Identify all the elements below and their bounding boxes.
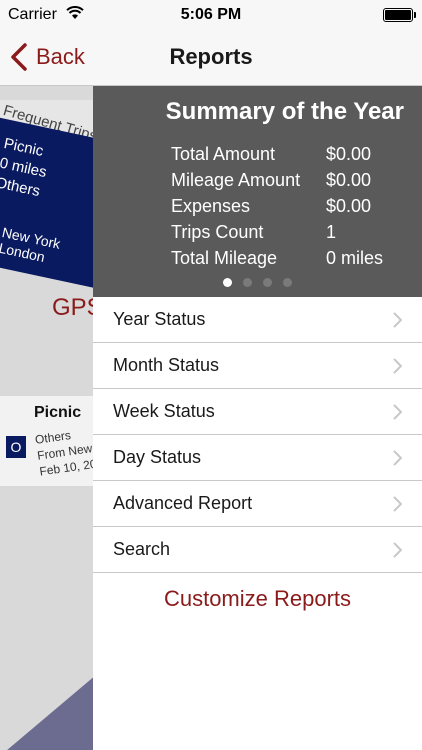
background-panel: Frequent Trips Picnic 0 miles Others New… bbox=[0, 86, 93, 750]
summary-title: Summary of the Year bbox=[165, 98, 404, 125]
menu-item-label: Month Status bbox=[113, 355, 220, 375]
summary-value: $0.00 bbox=[326, 170, 372, 190]
background-decoration bbox=[0, 675, 93, 750]
status-bar: Carrier 5:06 PM bbox=[0, 0, 422, 30]
menu-item-label: Day Status bbox=[113, 447, 202, 467]
summary-label: Total Mileage bbox=[171, 248, 278, 268]
chevron-right-icon bbox=[393, 496, 402, 512]
year-summary-card[interactable]: Summary of the Year Total Amount $0.00 M… bbox=[93, 86, 422, 297]
page-dot[interactable] bbox=[283, 278, 292, 287]
page-dot[interactable] bbox=[223, 278, 232, 287]
chevron-right-icon bbox=[393, 312, 402, 328]
summary-value: 1 bbox=[326, 222, 337, 242]
summary-label: Expenses bbox=[171, 196, 251, 216]
summary-value: $0.00 bbox=[326, 144, 372, 164]
report-menu: Year Status Month Status Week Status Day… bbox=[93, 297, 422, 573]
chevron-right-icon bbox=[393, 450, 402, 466]
trip-card-details: Others From New Y Feb 10, 201 bbox=[34, 423, 93, 480]
navigation-bar: Back Reports bbox=[0, 30, 422, 86]
menu-item-label: Search bbox=[113, 539, 171, 559]
menu-item-advanced-report[interactable]: Advanced Report bbox=[93, 481, 422, 527]
menu-item-week-status[interactable]: Week Status bbox=[93, 389, 422, 435]
menu-item-year-status[interactable]: Year Status bbox=[93, 297, 422, 343]
page-dot[interactable] bbox=[263, 278, 272, 287]
menu-item-search[interactable]: Search bbox=[93, 527, 422, 573]
reports-drawer: Summary of the Year Total Amount $0.00 M… bbox=[93, 86, 422, 750]
summary-label: Total Amount bbox=[171, 144, 276, 164]
gps-label: GPS bbox=[52, 294, 93, 321]
clock: 5:06 PM bbox=[180, 6, 242, 23]
chevron-right-icon bbox=[393, 542, 402, 558]
customize-reports-button[interactable]: Customize Reports bbox=[93, 586, 422, 612]
battery-tip bbox=[414, 12, 416, 18]
summary-value: 0 miles bbox=[326, 248, 384, 268]
chevron-right-icon bbox=[393, 404, 402, 420]
battery-fill bbox=[385, 10, 411, 20]
summary-value: $0.00 bbox=[326, 196, 372, 216]
page-dot[interactable] bbox=[243, 278, 252, 287]
chevron-right-icon bbox=[393, 358, 402, 374]
page-title: Reports bbox=[169, 44, 253, 69]
menu-item-month-status[interactable]: Month Status bbox=[93, 343, 422, 389]
menu-item-day-status[interactable]: Day Status bbox=[93, 435, 422, 481]
battery-icon bbox=[383, 8, 416, 22]
summary-label: Mileage Amount bbox=[171, 170, 301, 190]
menu-item-label: Week Status bbox=[113, 401, 215, 421]
summary-label: Trips Count bbox=[171, 222, 264, 242]
menu-item-label: Year Status bbox=[113, 309, 206, 329]
menu-item-label: Advanced Report bbox=[113, 493, 253, 513]
page-indicator[interactable] bbox=[93, 278, 422, 287]
category-badge: O bbox=[6, 436, 26, 458]
trip-card-title: Picnic bbox=[34, 404, 82, 421]
